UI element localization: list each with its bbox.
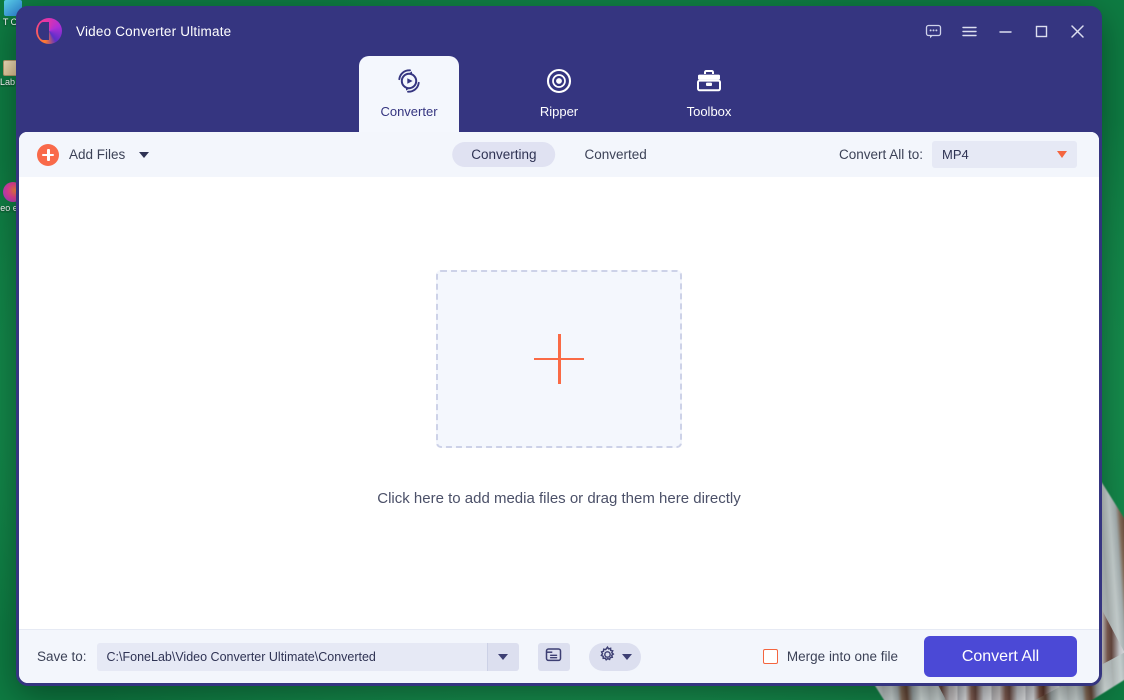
close-icon[interactable] bbox=[1060, 14, 1094, 48]
drop-hint-text: Click here to add media files or drag th… bbox=[377, 490, 741, 507]
drop-zone[interactable] bbox=[436, 270, 682, 448]
desktop-background: T OT Lab C. eo ert. Video Converter Ulti… bbox=[0, 0, 1124, 700]
plus-circle-icon bbox=[37, 144, 59, 166]
convert-all-button[interactable]: Convert All bbox=[924, 636, 1077, 677]
format-select-value: MP4 bbox=[942, 147, 969, 162]
segment-converted[interactable]: Converted bbox=[566, 142, 666, 167]
tab-ripper[interactable]: Ripper bbox=[509, 56, 609, 132]
maximize-icon[interactable] bbox=[1024, 14, 1058, 48]
save-to-label: Save to: bbox=[37, 649, 87, 664]
add-files-label: Add Files bbox=[69, 147, 125, 162]
merge-into-one-file-option[interactable]: Merge into one file bbox=[763, 649, 898, 664]
save-path-input[interactable]: C:\FoneLab\Video Converter Ultimate\Conv… bbox=[97, 643, 487, 671]
save-path-control: C:\FoneLab\Video Converter Ultimate\Conv… bbox=[97, 643, 519, 671]
save-path-dropdown-button[interactable] bbox=[487, 643, 519, 671]
settings-button[interactable] bbox=[589, 643, 641, 671]
plus-icon bbox=[534, 334, 584, 384]
folder-open-icon bbox=[544, 645, 563, 669]
app-logo-eye-icon bbox=[36, 18, 62, 44]
toolbar: Add Files Converting Converted Convert A… bbox=[19, 132, 1099, 177]
converter-refresh-play-icon bbox=[393, 64, 425, 98]
chevron-down-icon bbox=[498, 654, 508, 660]
add-files-button[interactable]: Add Files bbox=[37, 144, 149, 166]
tab-converter[interactable]: Converter bbox=[359, 56, 459, 132]
merge-checkbox[interactable] bbox=[763, 649, 778, 664]
convert-all-to-label: Convert All to: bbox=[839, 147, 923, 162]
chevron-down-icon bbox=[622, 654, 632, 660]
nav-tabs: Converter Ripper bbox=[16, 56, 1102, 132]
segment-converting[interactable]: Converting bbox=[452, 142, 555, 167]
tab-converter-label: Converter bbox=[380, 105, 437, 118]
chevron-down-icon[interactable] bbox=[139, 152, 149, 158]
gear-icon bbox=[598, 645, 617, 669]
tab-toolbox-label: Toolbox bbox=[687, 105, 732, 118]
merge-label: Merge into one file bbox=[787, 649, 898, 664]
ripper-disc-icon bbox=[543, 64, 575, 98]
tab-toolbox[interactable]: Toolbox bbox=[659, 56, 759, 132]
open-folder-button[interactable] bbox=[538, 643, 570, 671]
chevron-down-icon bbox=[1057, 151, 1067, 158]
app-body: Add Files Converting Converted Convert A… bbox=[19, 132, 1099, 683]
application-window: Video Converter Ultimate bbox=[16, 6, 1102, 686]
toolbox-briefcase-icon bbox=[693, 64, 725, 98]
feedback-icon[interactable] bbox=[916, 14, 950, 48]
menu-icon[interactable] bbox=[952, 14, 986, 48]
window-controls bbox=[916, 14, 1094, 48]
view-segment-control: Converting Converted bbox=[452, 142, 666, 167]
format-select[interactable]: MP4 bbox=[932, 141, 1077, 168]
title-bar: Video Converter Ultimate bbox=[16, 6, 1102, 56]
minimize-icon[interactable] bbox=[988, 14, 1022, 48]
convert-all-to-group: Convert All to: MP4 bbox=[839, 141, 1077, 168]
window-title: Video Converter Ultimate bbox=[76, 24, 231, 39]
tab-ripper-label: Ripper bbox=[540, 105, 578, 118]
footer-bar: Save to: C:\FoneLab\Video Converter Ulti… bbox=[19, 629, 1099, 683]
drop-area[interactable]: Click here to add media files or drag th… bbox=[19, 177, 1099, 629]
